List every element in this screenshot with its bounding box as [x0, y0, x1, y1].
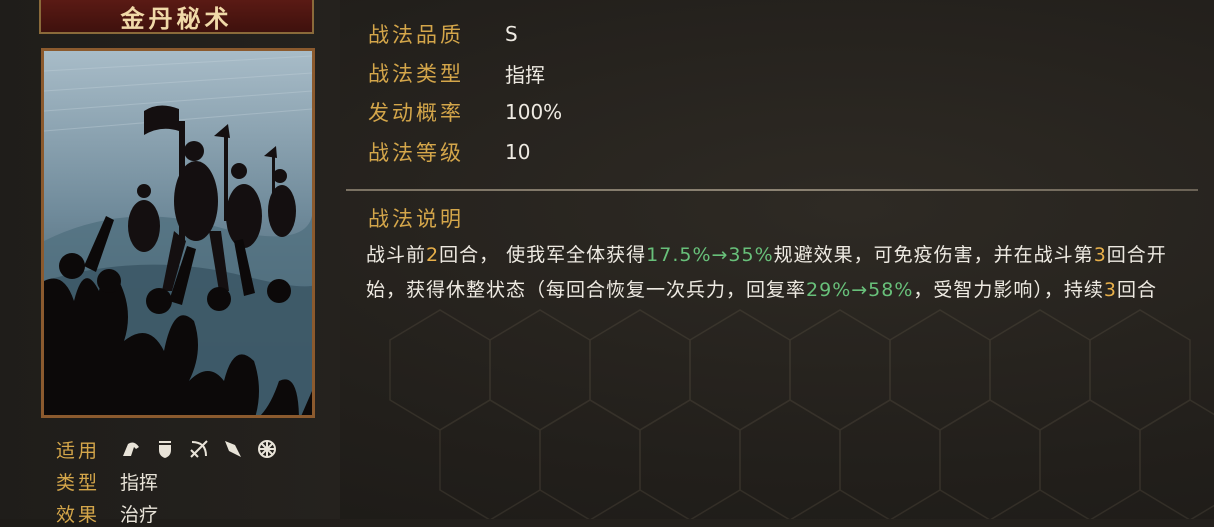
type-value: 指挥: [120, 471, 159, 494]
stat-row-level: 战法等级 10: [368, 137, 530, 167]
type-label: 类型: [56, 471, 101, 494]
skill-name: 金丹秘术: [120, 4, 233, 33]
stat-value: 指挥: [505, 62, 545, 87]
applicable-label: 适用: [56, 439, 101, 462]
skill-name-plate: 金丹秘术: [39, 0, 314, 34]
desc-text: 战斗前: [366, 244, 427, 266]
spear-icon: [222, 438, 244, 460]
wheel-icon: [256, 438, 278, 460]
stat-value: S: [505, 22, 518, 46]
desc-range: 29%→58%: [806, 279, 914, 301]
stat-label: 发动概率: [368, 101, 464, 125]
desc-text: 回合， 使我军全体获得: [439, 244, 647, 266]
description-text: 战斗前2回合， 使我军全体获得17.5%→35%规避效果，可免疫伤害，并在战斗第…: [366, 238, 1176, 308]
stat-row-type: 战法类型 指挥: [368, 58, 545, 88]
desc-range: 17.5%→35%: [646, 244, 774, 266]
stat-value: 100%: [505, 100, 563, 124]
stat-label: 战法等级: [368, 141, 464, 165]
desc-text: ，受智力影响），持续: [913, 279, 1104, 301]
effect-value: 治疗: [120, 503, 159, 526]
desc-number: 3: [1093, 244, 1107, 266]
shield-icon: [154, 438, 176, 460]
desc-text: 规避效果，可免疫伤害，并在战斗第: [773, 244, 1094, 266]
desc-text: 回合: [1117, 279, 1158, 301]
applicable-icons: [120, 438, 278, 460]
effect-row: 效果 治疗: [56, 499, 158, 527]
stat-row-trigger-rate: 发动概率 100%: [368, 97, 562, 127]
stat-label: 战法类型: [368, 62, 464, 86]
applicable-row: 适用: [56, 435, 278, 463]
description-title: 战法说明: [368, 207, 464, 231]
stat-label: 战法品质: [368, 23, 464, 47]
effect-label: 效果: [56, 503, 101, 526]
section-divider: [346, 189, 1198, 191]
desc-number: 3: [1103, 279, 1118, 301]
skill-artwork: [41, 48, 315, 418]
cavalry-icon: [120, 438, 142, 460]
bow-icon: [188, 438, 210, 460]
stat-value: 10: [505, 140, 531, 164]
stat-row-quality: 战法品质 S: [368, 19, 518, 49]
type-row: 类型 指挥: [56, 467, 158, 495]
desc-number: 2: [426, 244, 440, 266]
skill-card-panel: 金丹秘术 适用 类型 指挥 效果 治疗: [0, 0, 340, 526]
